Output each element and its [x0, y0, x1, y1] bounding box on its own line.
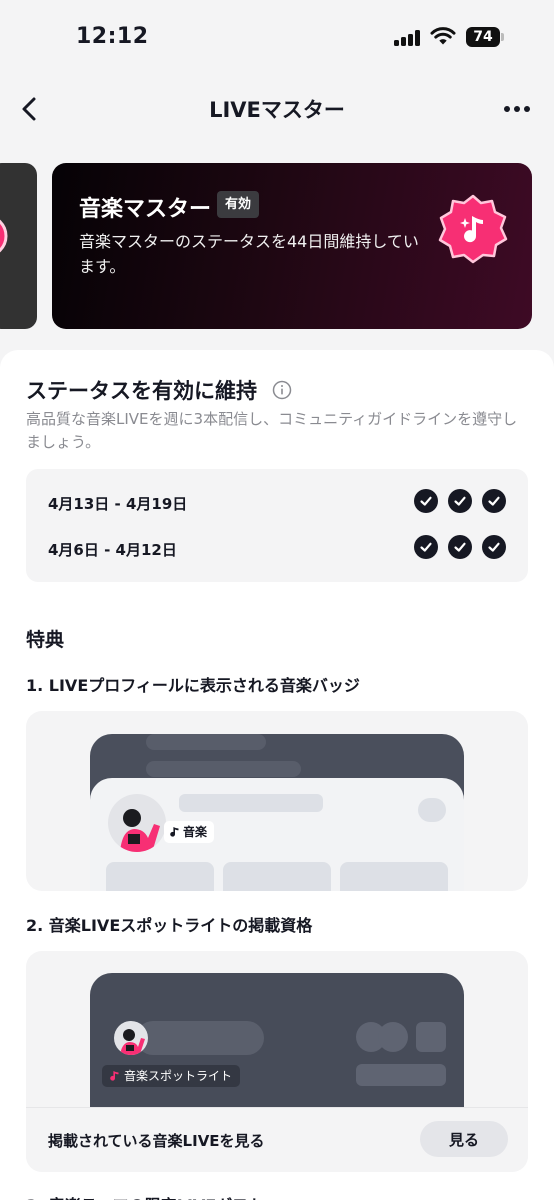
music-badge-label: 音楽	[183, 825, 208, 839]
week-row: 4月6日 - 4月12日	[26, 535, 528, 565]
week-label: 4月13日 - 4月19日	[48, 495, 188, 513]
cellular-signal-icon	[394, 30, 422, 46]
placeholder-bar	[340, 862, 448, 891]
music-note-icon	[170, 827, 179, 837]
check-icon	[414, 489, 438, 513]
status-bar: 12:12 74	[0, 0, 554, 76]
week-label: 4月6日 - 4月12日	[48, 541, 177, 559]
music-master-card[interactable]: 音楽マスター 有効 音楽マスターのステータスを44日間維持しています。	[52, 163, 532, 329]
page-title: LIVEマスター	[209, 98, 345, 122]
hero-title: 音楽マスター	[79, 197, 212, 222]
placeholder-bar	[356, 1064, 446, 1086]
placeholder-bar	[146, 761, 301, 777]
wifi-icon	[430, 27, 456, 45]
content-sheet: ステータスを有効に維持 高品質な音楽LIVEを週に3本配信し、コミュニティガイド…	[0, 350, 554, 1200]
benefit-label: 2. 音楽LIVEスポットライトの掲載資格	[26, 916, 313, 935]
music-note-sparkle-badge-icon	[438, 194, 508, 264]
placeholder-bar	[416, 1022, 446, 1052]
weekly-progress-list: 4月13日 - 4月19日 4月6日 - 4月12日	[26, 469, 528, 582]
battery-level: 74	[466, 27, 500, 47]
check-icon	[448, 535, 472, 559]
hero-description: 音楽マスターのステータスを44日間維持しています。	[79, 232, 419, 276]
music-note-icon	[110, 1071, 119, 1081]
badge-peek-icon	[0, 219, 8, 253]
benefit-label-partial: 3. 音楽テーマの限定LIVEギフト	[26, 1192, 264, 1200]
status-section-title: ステータスを有効に維持	[26, 379, 257, 403]
benefits-title: 特典	[26, 629, 65, 651]
view-button[interactable]: 見る	[420, 1121, 508, 1157]
check-icon	[448, 489, 472, 513]
music-badge: 音楽	[164, 821, 215, 843]
nav-bar: LIVEマスター	[0, 80, 554, 138]
placeholder-bar	[136, 1021, 264, 1055]
check-icon	[482, 489, 506, 513]
spotlight-badge-label: 音楽スポットライト	[124, 1069, 233, 1083]
previous-master-card[interactable]	[0, 163, 37, 329]
check-icon	[414, 535, 438, 559]
placeholder-bar	[223, 862, 331, 891]
status-time: 12:12	[76, 24, 149, 49]
placeholder-bar	[418, 798, 446, 822]
check-icon	[482, 535, 506, 559]
view-spotlight-row: 掲載されている音楽LIVEを見る 見る	[26, 1107, 528, 1172]
benefit-label: 1. LIVEプロフィールに表示される音楽バッジ	[26, 676, 360, 695]
avatar	[114, 1021, 148, 1055]
info-icon[interactable]	[272, 380, 292, 400]
placeholder-bar	[179, 794, 323, 812]
placeholder-bar	[106, 862, 214, 891]
battery-icon: 74	[466, 27, 504, 47]
more-options-icon[interactable]	[496, 94, 538, 124]
view-spotlight-text: 掲載されている音楽LIVEを見る	[48, 1132, 265, 1150]
spotlight-badge: 音楽スポットライト	[102, 1065, 241, 1087]
spotlight-illustration: 音楽スポットライト 掲載されている音楽LIVEを見る 見る	[26, 951, 528, 1172]
status-badge: 有効	[217, 191, 260, 218]
status-section-description: 高品質な音楽LIVEを週に3本配信し、コミュニティガイドラインを遵守しましょう。	[26, 410, 518, 451]
avatar	[108, 794, 166, 852]
music-badge-illustration: 音楽	[26, 711, 528, 891]
placeholder-bar	[146, 734, 266, 750]
placeholder-bar	[378, 1022, 408, 1052]
week-row: 4月13日 - 4月19日	[26, 489, 528, 519]
